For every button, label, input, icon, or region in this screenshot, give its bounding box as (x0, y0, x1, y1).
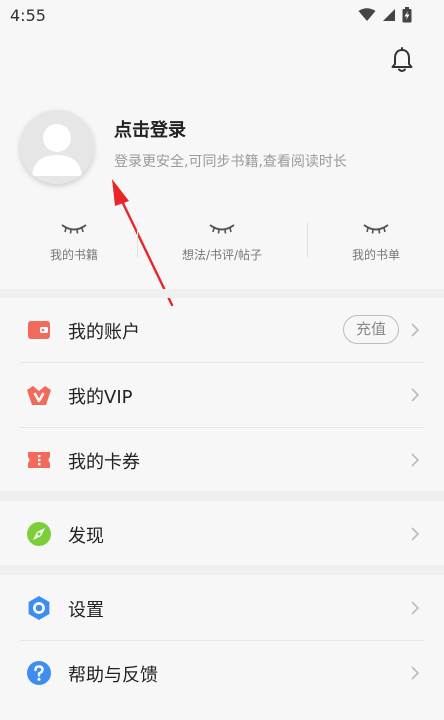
section-divider (0, 565, 444, 575)
signal-icon (383, 9, 395, 21)
menu-item-label: 帮助与反馈 (68, 665, 158, 686)
menu-item-coupons[interactable]: 我的卡券 (0, 428, 444, 492)
recharge-button[interactable]: 充值 (343, 315, 399, 344)
menu-item-account[interactable]: 我的账户 充值 (0, 298, 444, 362)
wifi-icon (358, 8, 376, 21)
compass-icon (27, 522, 51, 546)
menu-item-settings[interactable]: 设置 (0, 576, 444, 640)
status-bar: 4:55 (0, 0, 444, 32)
vip-crown-icon (27, 386, 51, 405)
divider (137, 222, 138, 258)
section-divider (0, 491, 444, 501)
battery-charging-icon (402, 7, 412, 23)
login-subtitle: 登录更安全,可同步书籍,查看阅读时长 (114, 154, 347, 170)
closed-eye-icon (61, 224, 87, 234)
stat-thoughts-reviews-posts[interactable]: 想法/书评/帖子 (148, 214, 296, 276)
status-time: 4:55 (10, 6, 46, 25)
settings-hexagon-icon (28, 596, 50, 620)
menu-item-label: 我的VIP (68, 387, 133, 408)
menu-item-discover[interactable]: 发现 (0, 502, 444, 566)
closed-eye-icon (209, 224, 235, 234)
section-divider (0, 289, 444, 298)
bell-icon[interactable] (388, 46, 416, 74)
avatar[interactable] (20, 110, 94, 184)
ticket-icon (28, 452, 50, 468)
stats-row: 我的书籍 想法/书评/帖子 我的书单 (0, 214, 444, 276)
menu-item-label: 发现 (68, 526, 104, 547)
menu-item-label: 我的卡券 (68, 452, 140, 473)
avatar-placeholder-icon (20, 110, 94, 184)
chevron-right-icon (411, 323, 420, 337)
chevron-right-icon (411, 388, 420, 402)
menu-item-help-feedback[interactable]: 帮助与反馈 (0, 641, 444, 705)
stat-my-books[interactable]: 我的书籍 (0, 214, 148, 276)
help-icon (27, 661, 51, 685)
menu-item-vip[interactable]: 我的VIP (0, 363, 444, 427)
menu-item-label: 我的账户 (68, 322, 140, 343)
stat-my-booklists[interactable]: 我的书单 (302, 214, 444, 276)
login-title[interactable]: 点击登录 (114, 116, 186, 142)
chevron-right-icon (411, 601, 420, 615)
chevron-right-icon (411, 527, 420, 541)
menu-item-label: 设置 (68, 600, 104, 621)
stat-label: 想法/书评/帖子 (181, 248, 263, 262)
stat-label: 我的书单 (351, 248, 400, 262)
chevron-right-icon (411, 453, 420, 467)
chevron-right-icon (411, 666, 420, 680)
stat-label: 我的书籍 (49, 248, 98, 262)
status-icons (358, 7, 412, 23)
closed-eye-icon (363, 224, 389, 234)
wallet-icon (28, 321, 50, 339)
